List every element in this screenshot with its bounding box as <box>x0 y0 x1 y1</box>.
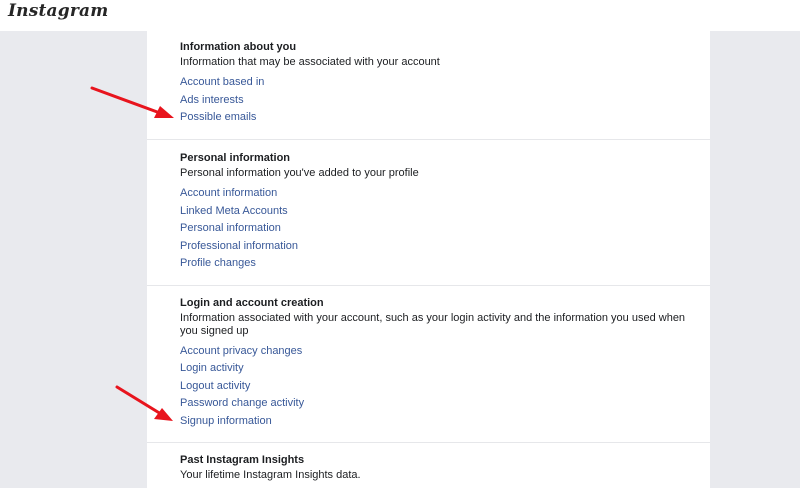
section-description: Personal information you've added to you… <box>180 167 419 179</box>
top-bar: Instagram <box>0 0 800 31</box>
link-signup-information[interactable]: Signup information <box>180 415 272 427</box>
page-background: Information about you Information that m… <box>0 31 800 488</box>
instagram-logo[interactable]: Instagram <box>8 1 108 21</box>
section-login-and-account-creation: Login and account creation Information a… <box>147 286 710 443</box>
section-title: Information about you <box>180 41 297 53</box>
section-title: Login and account creation <box>180 297 324 309</box>
link-account-based-in[interactable]: Account based in <box>180 76 264 88</box>
section-information-about-you: Information about you Information that m… <box>147 31 710 140</box>
link-account-information[interactable]: Account information <box>180 187 277 199</box>
main-content-panel: Information about you Information that m… <box>147 31 710 488</box>
section-description: Your lifetime Instagram Insights data. <box>180 469 361 481</box>
link-personal-information[interactable]: Personal information <box>180 222 281 234</box>
link-login-activity[interactable]: Login activity <box>180 362 244 374</box>
link-account-privacy-changes[interactable]: Account privacy changes <box>180 345 302 357</box>
section-title: Past Instagram Insights <box>180 454 305 466</box>
link-ads-interests[interactable]: Ads interests <box>180 94 244 106</box>
section-description: Information associated with your account… <box>180 312 686 337</box>
section-personal-information: Personal information Personal informatio… <box>147 140 710 286</box>
link-profile-changes[interactable]: Profile changes <box>180 257 256 269</box>
link-possible-emails[interactable]: Possible emails <box>180 111 256 123</box>
section-past-instagram-insights: Past Instagram Insights Your lifetime In… <box>147 443 710 488</box>
link-logout-activity[interactable]: Logout activity <box>180 380 250 392</box>
section-description: Information that may be associated with … <box>180 56 440 68</box>
link-password-change-activity[interactable]: Password change activity <box>180 397 304 409</box>
link-linked-meta-accounts[interactable]: Linked Meta Accounts <box>180 205 288 217</box>
link-professional-information[interactable]: Professional information <box>180 240 298 252</box>
section-title: Personal information <box>180 152 291 164</box>
